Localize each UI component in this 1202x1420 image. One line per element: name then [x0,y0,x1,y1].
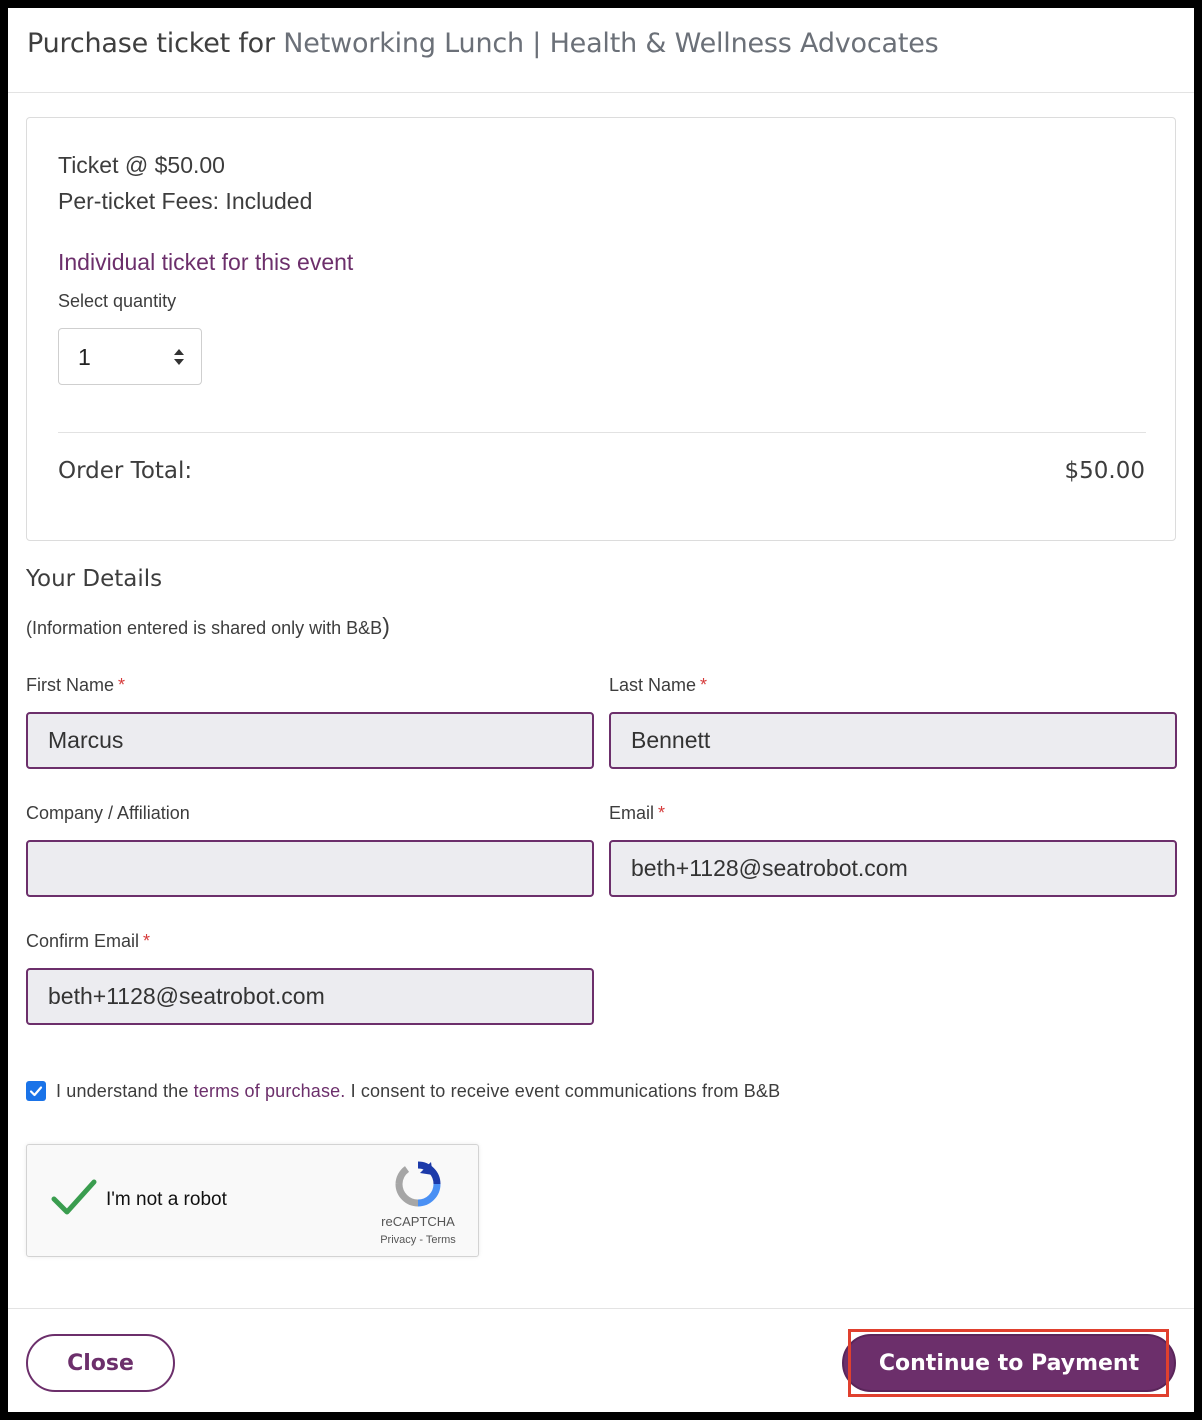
ticket-type: Individual ticket for this event [58,249,354,275]
first-name-label-text: First Name [26,675,115,695]
consent-row: I understand the terms of purchase. I co… [26,1080,780,1102]
required-mark: * [143,931,151,951]
email-label-text: Email [609,803,655,823]
ticket-card: Ticket @ $50.00 Per-ticket Fees: Include… [26,117,1176,541]
ticket-price: Ticket @ $50.00 [58,152,225,178]
quantity-label: Select quantity [58,291,177,311]
required-mark: * [658,803,666,823]
email-input[interactable] [609,840,1177,897]
terms-of-purchase-link[interactable]: terms of purchase. [194,1081,346,1101]
quantity-value: 1 [78,344,91,370]
first-name-input[interactable] [26,712,594,769]
footer-divider [8,1308,1194,1309]
modal-title: Purchase ticket for Networking Lunch | H… [27,28,1194,59]
details-note-close: ) [382,613,390,639]
confirm-email-label-text: Confirm Email [26,931,140,951]
consent-text-after: I consent to receive event communication… [345,1080,781,1101]
card-divider [58,432,1146,433]
required-mark: * [700,675,708,695]
ticket-fees: Per-ticket Fees: Included [58,188,313,214]
required-mark: * [118,675,126,695]
confirm-email-input[interactable] [26,968,594,1025]
details-note: (Information entered is shared only with… [26,613,390,640]
checkmark-icon [29,1086,43,1097]
recaptcha-label: I'm not a robot [106,1189,227,1210]
quantity-select[interactable]: 1 [58,328,202,385]
title-prefix: Purchase ticket for [27,28,275,59]
consent-text-before: I understand the [56,1080,194,1101]
select-arrows-icon [174,349,184,365]
company-label-text: Company / Affiliation [26,803,190,823]
email-label: Email * [609,803,665,824]
purchase-ticket-modal: Purchase ticket for Networking Lunch | H… [8,8,1194,1412]
recaptcha-checkmark-icon[interactable] [51,1177,97,1217]
title-event-name: Networking Lunch | Health & Wellness Adv… [283,28,939,59]
consent-checkbox[interactable] [26,1081,46,1101]
consent-text: I understand the terms of purchase. I co… [56,1081,780,1102]
your-details-title: Your Details [26,566,163,592]
recaptcha-privacy-terms[interactable]: Privacy - Terms [363,1234,473,1246]
continue-to-payment-button[interactable]: Continue to Payment [842,1334,1176,1392]
recaptcha-brand: reCAPTCHA [381,1214,455,1229]
last-name-label: Last Name * [609,675,707,696]
order-total-label: Order Total: [58,458,193,484]
modal-header: Purchase ticket for Networking Lunch | H… [8,8,1194,93]
company-input[interactable] [26,840,594,897]
last-name-label-text: Last Name [609,675,697,695]
order-total-value: $50.00 [1064,458,1145,484]
company-label: Company / Affiliation [26,803,190,824]
first-name-label: First Name * [26,675,125,696]
last-name-input[interactable] [609,712,1177,769]
recaptcha-logo-icon [395,1161,441,1207]
close-button[interactable]: Close [26,1334,175,1392]
recaptcha-widget: I'm not a robot reCAPTCHA Privacy - Term… [26,1144,479,1257]
confirm-email-label: Confirm Email * [26,931,150,952]
details-note-text: (Information entered is shared only with… [26,618,383,638]
